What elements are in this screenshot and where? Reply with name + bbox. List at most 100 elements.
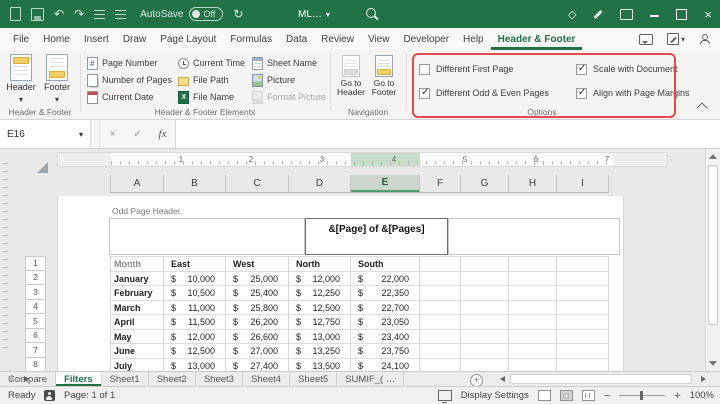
- cell[interactable]: $13,250: [289, 344, 351, 359]
- vertical-scroll-thumb[interactable]: [708, 165, 718, 325]
- cell[interactable]: June: [111, 344, 164, 359]
- row-header-1[interactable]: 1: [25, 256, 46, 271]
- footer-button[interactable]: Footer: [40, 54, 74, 104]
- new-document-icon[interactable]: [10, 7, 21, 21]
- collapse-ribbon-icon[interactable]: [696, 102, 707, 113]
- cell[interactable]: $12,500: [289, 301, 351, 316]
- tab-home[interactable]: Home: [36, 28, 77, 50]
- cell[interactable]: February: [111, 286, 164, 301]
- different-first-page-checkbox[interactable]: Different First Page: [419, 63, 513, 75]
- header-right-section[interactable]: [448, 218, 620, 255]
- close-button[interactable]: [704, 7, 712, 22]
- tab-review[interactable]: Review: [314, 28, 361, 50]
- cell[interactable]: $13,000: [289, 330, 351, 345]
- undo-icon[interactable]: [54, 7, 64, 21]
- cell-month-header[interactable]: Month: [111, 257, 164, 272]
- zoom-in-button[interactable]: +: [674, 390, 680, 402]
- cell[interactable]: $26,200: [226, 315, 289, 330]
- cell-south-header[interactable]: South: [351, 257, 420, 272]
- header-center-section[interactable]: &[Page] of &[Pages]: [305, 218, 448, 255]
- cell-east-header[interactable]: East: [164, 257, 226, 272]
- add-sheet-button[interactable]: [470, 374, 483, 387]
- cell[interactable]: $23,400: [351, 330, 420, 345]
- reading-mode-icon[interactable]: [620, 9, 633, 20]
- column-header-d[interactable]: D: [289, 175, 351, 192]
- sheet-tab-sheet1[interactable]: Sheet1: [102, 372, 149, 386]
- row-header-3[interactable]: 3: [25, 285, 46, 300]
- column-header-f[interactable]: F: [420, 175, 461, 192]
- sync-icon[interactable]: [233, 7, 243, 21]
- sort-desc-icon[interactable]: [115, 10, 126, 19]
- pencil-icon[interactable]: [594, 9, 603, 18]
- go-to-footer-button[interactable]: Go to Footer: [368, 55, 400, 97]
- column-header-c[interactable]: C: [226, 175, 289, 192]
- cell[interactable]: $12,750: [289, 315, 351, 330]
- sheet-tab-sumif[interactable]: SUMIF_( …: [337, 372, 404, 386]
- checkbox-icon[interactable]: [419, 64, 430, 75]
- current-date-button[interactable]: Current Date: [87, 90, 154, 104]
- vertical-scrollbar[interactable]: [705, 149, 720, 371]
- cell[interactable]: March: [111, 301, 164, 316]
- cell[interactable]: May: [111, 330, 164, 345]
- sheet-tab-sheet4[interactable]: Sheet4: [243, 372, 290, 386]
- tab-help[interactable]: Help: [456, 28, 491, 50]
- share-icon[interactable]: [699, 34, 710, 44]
- page-break-view-button[interactable]: [582, 390, 595, 401]
- minimize-button[interactable]: [650, 15, 659, 17]
- row-header-8[interactable]: 8: [25, 358, 46, 372]
- row-header-4[interactable]: 4: [25, 300, 46, 315]
- display-settings-label[interactable]: Display Settings: [461, 390, 529, 401]
- zoom-level[interactable]: 100%: [690, 390, 714, 401]
- cell[interactable]: $23,750: [351, 344, 420, 359]
- maximize-button[interactable]: [676, 9, 687, 20]
- tab-scroll-left-icon[interactable]: [8, 376, 13, 382]
- tab-scroll-right-icon[interactable]: [24, 376, 29, 382]
- enter-button[interactable]: ✓: [125, 120, 150, 148]
- align-page-margins-checkbox[interactable]: Align with Page Margins: [576, 87, 690, 99]
- column-header-h[interactable]: H: [509, 175, 557, 192]
- row-header-7[interactable]: 7: [25, 343, 46, 358]
- insert-function-button[interactable]: fx: [150, 120, 175, 148]
- hscroll-right-icon[interactable]: [701, 376, 706, 382]
- scroll-up-icon[interactable]: [709, 154, 717, 159]
- page-layout-view-button[interactable]: [560, 390, 573, 401]
- cell[interactable]: $26,600: [226, 330, 289, 345]
- cell[interactable]: January: [111, 272, 164, 287]
- sort-asc-icon[interactable]: [94, 10, 105, 19]
- checkbox-icon[interactable]: [576, 64, 587, 75]
- formula-input[interactable]: [175, 120, 720, 148]
- cell[interactable]: $27,400: [226, 359, 289, 372]
- checkbox-icon[interactable]: [419, 88, 430, 99]
- column-header-i[interactable]: I: [557, 175, 609, 192]
- tab-draw[interactable]: Draw: [116, 28, 153, 50]
- sheet-tab-sheet3[interactable]: Sheet3: [196, 372, 243, 386]
- cell[interactable]: $22,000: [351, 272, 420, 287]
- premium-gem-icon[interactable]: [568, 8, 576, 21]
- cell[interactable]: $12,000: [164, 330, 226, 345]
- cell[interactable]: $11,500: [164, 315, 226, 330]
- column-header-e-selected[interactable]: E: [351, 175, 420, 192]
- page-number-button[interactable]: Page Number: [87, 56, 158, 70]
- autosave-toggle[interactable]: AutoSave Off: [140, 7, 223, 21]
- zoom-slider[interactable]: [619, 395, 665, 396]
- hscroll-left-icon[interactable]: [500, 376, 505, 382]
- tab-page-layout[interactable]: Page Layout: [153, 28, 223, 50]
- current-time-button[interactable]: Current Time: [178, 56, 245, 70]
- name-box-resizer[interactable]: [91, 120, 100, 148]
- cell[interactable]: $13,500: [289, 359, 351, 372]
- tab-header-footer[interactable]: Header & Footer: [491, 28, 583, 50]
- tab-data[interactable]: Data: [279, 28, 314, 50]
- cell[interactable]: $25,400: [226, 286, 289, 301]
- normal-view-button[interactable]: [538, 390, 551, 401]
- cell[interactable]: $23,050: [351, 315, 420, 330]
- header-button[interactable]: Header: [4, 54, 38, 104]
- comments-icon[interactable]: [639, 34, 653, 45]
- cell-north-header[interactable]: North: [289, 257, 351, 272]
- column-header-b[interactable]: B: [164, 175, 226, 192]
- tab-formulas[interactable]: Formulas: [223, 28, 279, 50]
- sheet-tab-sheet5[interactable]: Sheet5: [290, 372, 337, 386]
- row-header-2[interactable]: 2: [25, 271, 46, 286]
- cell[interactable]: $12,000: [289, 272, 351, 287]
- cell[interactable]: $12,500: [164, 344, 226, 359]
- cell[interactable]: $25,800: [226, 301, 289, 316]
